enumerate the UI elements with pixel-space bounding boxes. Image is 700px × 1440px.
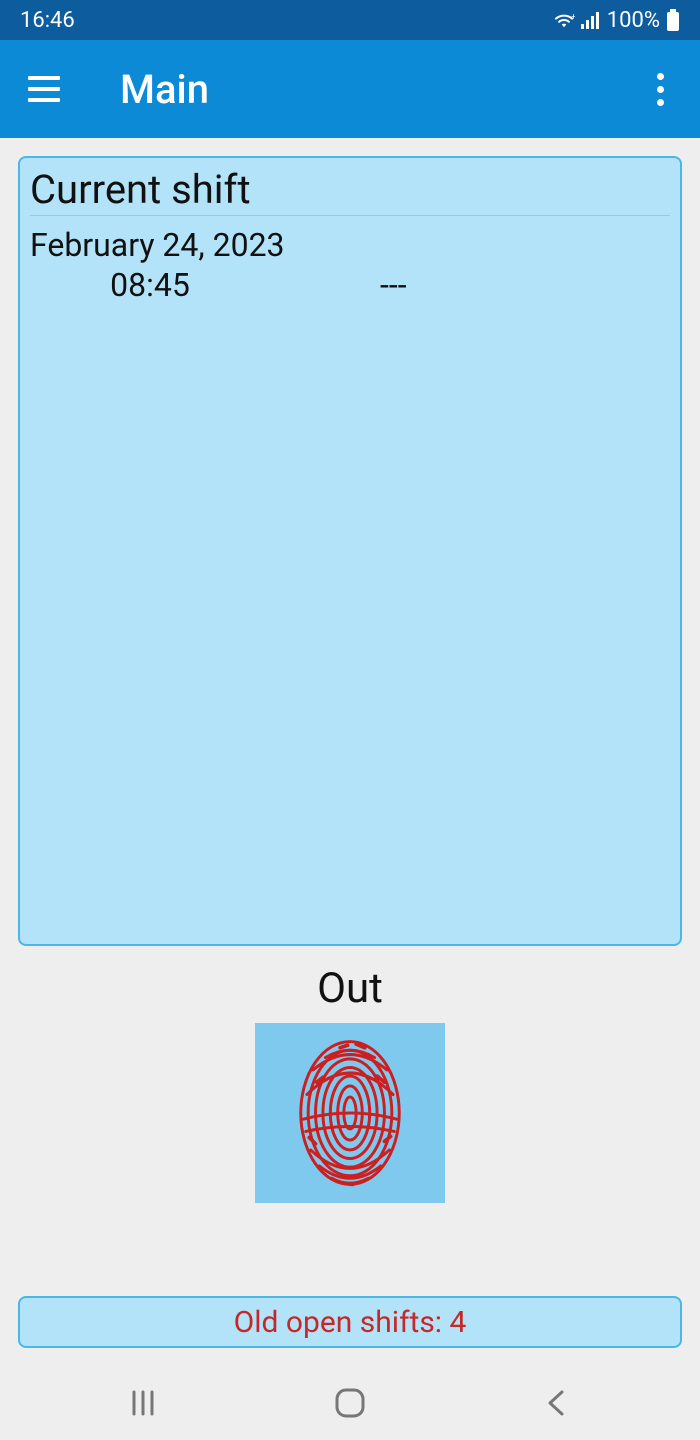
- old-open-shifts-label: Old open shifts: 4: [234, 1305, 467, 1340]
- nav-recents-button[interactable]: [83, 1388, 203, 1418]
- status-bar: 16:46 + 100%: [0, 0, 700, 40]
- current-shift-card: Current shift February 24, 2023 08:45 --…: [18, 156, 682, 946]
- system-nav-bar: [0, 1366, 700, 1440]
- nav-back-button[interactable]: [497, 1388, 617, 1418]
- battery-icon: [666, 9, 680, 31]
- status-right: + 100%: [553, 8, 680, 33]
- clock-out-time: ---: [350, 266, 670, 304]
- fingerprint-icon: [285, 1033, 415, 1193]
- svg-text:+: +: [571, 11, 575, 21]
- nav-home-button[interactable]: [290, 1386, 410, 1420]
- app-title: Main: [120, 66, 209, 113]
- shift-date: February 24, 2023: [30, 226, 670, 264]
- overflow-menu-icon[interactable]: [649, 65, 672, 114]
- shift-times-row: 08:45 ---: [30, 266, 670, 304]
- out-section: Out: [18, 964, 682, 1203]
- status-time: 16:46: [20, 8, 75, 33]
- signal-icon: [581, 11, 601, 29]
- battery-percent: 100%: [607, 8, 660, 33]
- clock-in-time: 08:45: [30, 266, 350, 304]
- old-open-shifts-button[interactable]: Old open shifts: 4: [18, 1296, 682, 1348]
- app-bar: Main: [0, 40, 700, 138]
- menu-icon[interactable]: [28, 76, 60, 102]
- content-area: Current shift February 24, 2023 08:45 --…: [0, 138, 700, 1366]
- shift-card-title: Current shift: [30, 166, 670, 216]
- wifi-icon: +: [553, 11, 575, 29]
- out-label: Out: [18, 964, 682, 1013]
- clock-out-button[interactable]: [255, 1023, 445, 1203]
